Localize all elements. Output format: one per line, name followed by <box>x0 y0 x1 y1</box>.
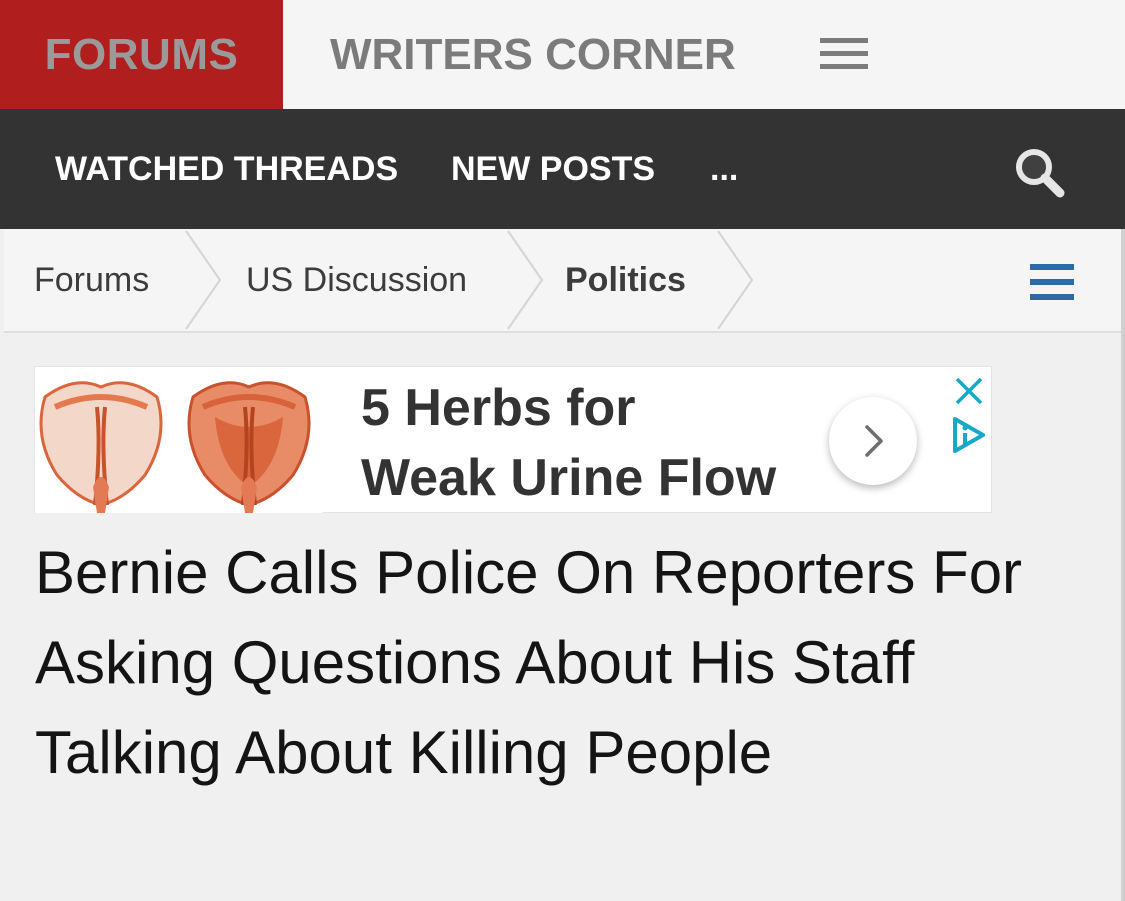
chevron-right-icon <box>865 425 883 457</box>
breadcrumb-separator <box>185 230 222 330</box>
ad-headline-line1: 5 Herbs for <box>361 379 636 437</box>
ad-headline[interactable]: 5 Herbs for Weak Urine Flow <box>361 373 776 513</box>
nav-watched-threads[interactable]: WATCHED THREADS <box>55 109 398 229</box>
tab-forums[interactable]: FORUMS <box>0 0 283 109</box>
nav-new-posts[interactable]: NEW POSTS <box>451 109 655 229</box>
ad-headline-line2: Weak Urine Flow <box>361 449 777 507</box>
close-icon[interactable] <box>953 375 985 407</box>
advertisement-banner[interactable]: 5 Herbs for Weak Urine Flow <box>34 366 992 513</box>
breadcrumb: Forums US Discussion Politics <box>4 229 1121 333</box>
breadcrumb-item-forums[interactable]: Forums <box>34 229 149 331</box>
breadcrumb-item-politics[interactable]: Politics <box>565 229 686 331</box>
thread-title: Bernie Calls Police On Reporters For Ask… <box>35 539 1023 786</box>
breadcrumb-menu-icon[interactable] <box>1030 264 1074 300</box>
tab-writers-corner-label: WRITERS CORNER <box>330 29 736 79</box>
nav-bar: WATCHED THREADS NEW POSTS ... <box>0 109 1125 229</box>
breadcrumb-item-us-discussion[interactable]: US Discussion <box>246 229 467 331</box>
breadcrumb-separator <box>507 230 544 330</box>
adchoices-icon[interactable] <box>949 415 989 455</box>
tab-forums-label: FORUMS <box>44 29 239 79</box>
nav-more[interactable]: ... <box>710 109 738 229</box>
tab-writers-corner[interactable]: WRITERS CORNER <box>330 0 736 109</box>
search-icon[interactable] <box>1010 143 1070 203</box>
page-edge <box>1121 229 1125 901</box>
top-header: FORUMS WRITERS CORNER <box>0 0 1125 109</box>
hamburger-menu-icon[interactable] <box>820 38 868 70</box>
ad-image <box>35 367 323 513</box>
breadcrumb-separator <box>717 230 754 330</box>
ad-arrow-button[interactable] <box>829 397 917 485</box>
